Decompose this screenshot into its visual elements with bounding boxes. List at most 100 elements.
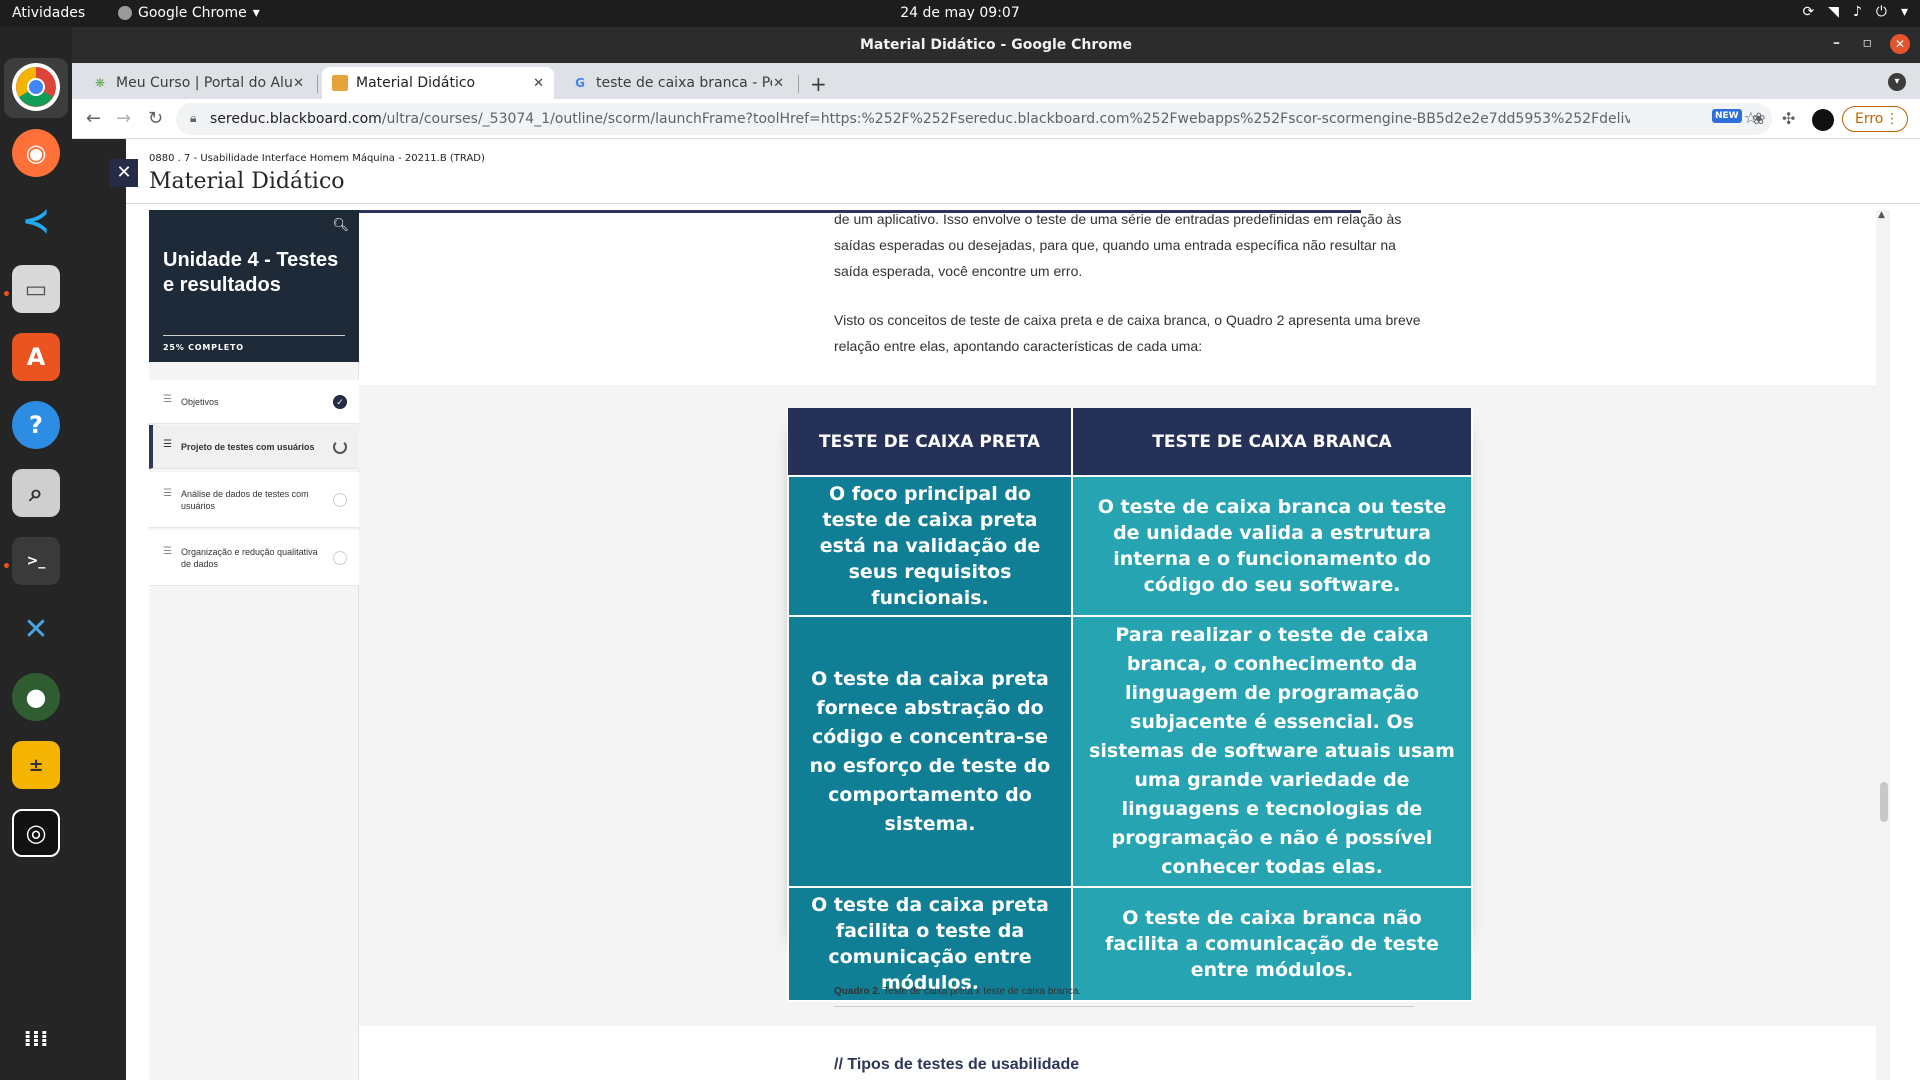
new-extension-badge[interactable]: NEW	[1712, 109, 1742, 123]
header-divider	[126, 203, 1920, 204]
tab-close-icon[interactable]: ✕	[773, 76, 784, 91]
lesson-label: Projeto de testes com usuários	[181, 442, 315, 452]
vscode-icon[interactable]: ≺	[12, 197, 60, 245]
files-icon[interactable]: ▭	[12, 265, 60, 313]
table-cell: O foco principal do teste de caixa preta…	[787, 475, 1073, 617]
firefox-icon[interactable]: ◉	[12, 129, 60, 177]
system-tray[interactable]: ⟳ ◥ ♪ ⏻ ▾	[1802, 4, 1908, 20]
tab-label: teste de caixa branca - Pe	[596, 75, 772, 91]
lock-icon[interactable]: 🔒︎	[190, 111, 196, 126]
portal-favicon-icon: ❋	[94, 76, 106, 90]
tab-separator	[317, 75, 318, 93]
page-title: Material Didático	[149, 169, 345, 194]
lesson-lines-icon: ☰	[163, 394, 172, 405]
camera-icon[interactable]: ◎	[12, 809, 60, 857]
window-titlebar[interactable]: Material Didático - Google Chrome – ▫ ✕	[72, 27, 1920, 63]
show-apps-icon[interactable]: ⁞⁞⁞	[12, 1015, 60, 1063]
error-button[interactable]: Erro ⋮	[1842, 106, 1908, 132]
menu-dots-icon: ⋮	[1885, 111, 1899, 127]
webcam-app-icon[interactable]: ●	[12, 673, 60, 721]
software-center-icon[interactable]: A	[12, 333, 60, 381]
tab-search-icon[interactable]: ▾	[1888, 73, 1906, 91]
terminal-icon[interactable]: >_	[12, 537, 60, 585]
tray-caret-icon[interactable]: ▾	[1901, 4, 1908, 20]
maximize-icon[interactable]: ▫	[1863, 35, 1873, 51]
browser-toolbar: ← → ↻ 🔒︎ sereduc.blackboard.com/ultra/co…	[72, 99, 1920, 139]
table-cell: O teste de caixa branca ou teste de unid…	[1071, 475, 1473, 617]
search-icon[interactable]: 🔍︎	[332, 218, 349, 233]
scroll-up-icon[interactable]: ▲	[1878, 210, 1885, 220]
comparison-table-figure: TESTE DE CAIXA PRETA TESTE DE CAIXA BRAN…	[787, 408, 1473, 1002]
minimize-icon[interactable]: –	[1833, 35, 1840, 51]
tab-label: Meu Curso | Portal do Alu	[116, 75, 292, 91]
breadcrumb: 0880 . 7 - Usabilidade Interface Homem M…	[149, 153, 485, 164]
tab-separator	[798, 75, 799, 93]
caption-label: Quadro 2	[834, 986, 878, 997]
power-icon[interactable]: ⏻	[1876, 4, 1887, 20]
dock: ◉ ≺ ▭ A ? ⌕ >_ ✕ ● ± ◎ ⁞⁞⁞	[0, 27, 72, 1080]
lesson-lines-icon: ☰	[163, 546, 172, 557]
network-app-icon[interactable]: ✕	[12, 605, 60, 653]
forward-icon[interactable]: →	[116, 108, 131, 129]
wifi-icon[interactable]: ◥	[1828, 4, 1839, 20]
content-scrollbar[interactable]: ▲	[1876, 210, 1890, 1080]
tab-teste-caixa-branca[interactable]: G teste de caixa branca - Pe ✕	[562, 67, 794, 99]
blackboard-favicon-icon	[332, 75, 348, 91]
caption-divider	[834, 1006, 1414, 1007]
table-row: O teste da caixa preta fornece abstração…	[787, 615, 1473, 888]
url-host: sereduc.blackboard.com	[210, 111, 382, 127]
unit-card: 🔍︎ Unidade 4 - Testes e resultados 25% C…	[149, 210, 359, 362]
extension-icon[interactable]: ❀	[1752, 109, 1765, 128]
clock[interactable]: 24 de may 09:07	[0, 5, 1920, 21]
in-progress-spinner-icon	[333, 440, 347, 454]
volume-icon[interactable]: ♪	[1853, 4, 1862, 20]
lesson-label: Análise de dados de testes com usuários	[181, 489, 309, 511]
tab-material-didatico[interactable]: Material Didático ✕	[322, 67, 554, 99]
calculator-icon[interactable]: ±	[12, 741, 60, 789]
unit-title: Unidade 4 - Testes e resultados	[163, 249, 339, 296]
scorm-frame: 🔍︎ Unidade 4 - Testes e resultados 25% C…	[149, 210, 1890, 1080]
screenshot-viewer-icon[interactable]: ⌕	[12, 469, 60, 517]
lesson-lines-icon: ☰	[163, 439, 172, 450]
close-panel-icon[interactable]: ✕	[110, 159, 138, 187]
lesson-item-objetivos[interactable]: ☰ Objetivos ✓	[149, 380, 359, 424]
blackboard-nav-strip	[72, 139, 126, 1080]
lesson-sidebar: 🔍︎ Unidade 4 - Testes e resultados 25% C…	[149, 210, 359, 1080]
scrollbar-thumb[interactable]	[1880, 782, 1888, 822]
chrome-icon[interactable]	[12, 63, 60, 111]
lesson-item-organizacao[interactable]: ☰ Organização e redução qualitativa de d…	[149, 530, 359, 586]
not-started-circle-icon	[333, 551, 347, 565]
tab-close-icon[interactable]: ✕	[533, 76, 544, 91]
table-cell: O teste da caixa preta facilita o teste …	[787, 886, 1073, 1002]
text-block: de um aplicativo. Isso envolve o teste d…	[359, 210, 1890, 385]
table-cell: Para realizar o teste de caixa branca, o…	[1071, 615, 1473, 888]
tab-strip: ❋ Meu Curso | Portal do Alu ✕ Material D…	[72, 63, 1920, 99]
lesson-label: Objetivos	[181, 397, 219, 407]
google-favicon-icon: G	[575, 76, 585, 90]
help-icon[interactable]: ?	[12, 401, 60, 449]
page-viewport: 0880 . 7 - Usabilidade Interface Homem M…	[72, 139, 1920, 1080]
lesson-item-analise[interactable]: ☰ Análise de dados de testes com usuário…	[149, 472, 359, 528]
table-cell: O teste de caixa branca não facilita a c…	[1071, 886, 1473, 1002]
tab-meu-curso[interactable]: ❋ Meu Curso | Portal do Alu ✕	[82, 67, 314, 99]
update-icon[interactable]: ⟳	[1802, 4, 1814, 20]
system-top-bar: Atividades Google Chrome ▾ 24 de may 09:…	[0, 0, 1920, 27]
close-window-icon[interactable]: ✕	[1890, 34, 1910, 54]
text-block	[359, 1026, 1890, 1080]
content-panel: 0880 . 7 - Usabilidade Interface Homem M…	[126, 139, 1920, 1080]
files-running-dot	[4, 291, 9, 296]
section-heading: // Tipos de testes de usabilidade	[834, 1056, 1080, 1073]
lesson-item-projeto[interactable]: ☰ Projeto de testes com usuários	[149, 425, 359, 469]
tab-close-icon[interactable]: ✕	[293, 76, 304, 91]
profile-avatar[interactable]	[1812, 109, 1834, 131]
reload-icon[interactable]: ↻	[148, 108, 163, 129]
new-tab-icon[interactable]: +	[810, 72, 827, 96]
table-cell: O teste da caixa preta fornece abstração…	[787, 615, 1073, 888]
window-title: Material Didático - Google Chrome	[859, 37, 1132, 53]
table-row: O teste da caixa preta facilita o teste …	[787, 886, 1473, 1002]
address-bar[interactable]: 🔒︎ sereduc.blackboard.com/ultra/courses/…	[176, 103, 1772, 135]
puzzle-extensions-icon[interactable]: ✣	[1782, 109, 1795, 128]
back-icon[interactable]: ←	[86, 108, 101, 129]
lesson-content: de um aplicativo. Isso envolve o teste d…	[359, 210, 1890, 1080]
url-text[interactable]: sereduc.blackboard.com/ultra/courses/_53…	[210, 111, 1630, 127]
